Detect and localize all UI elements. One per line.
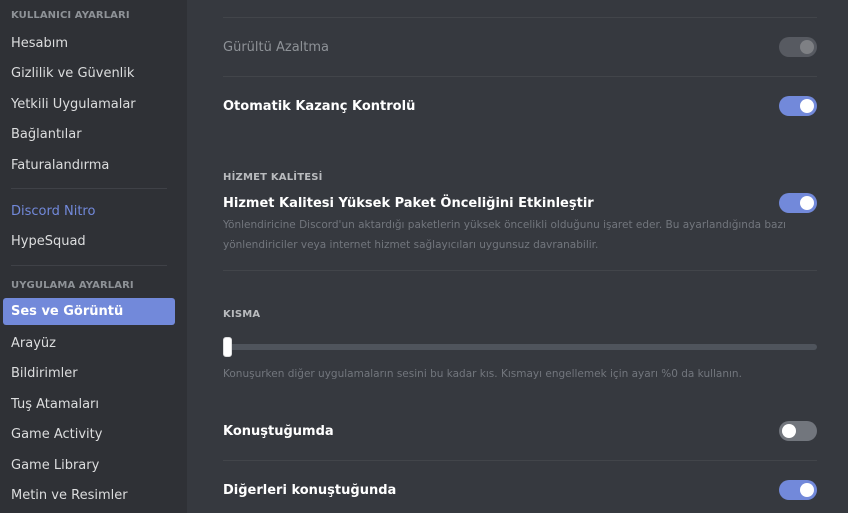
sidebar-separator bbox=[11, 188, 167, 189]
toggle-knob bbox=[800, 40, 814, 54]
settings-sidebar: KULLANICI AYARLARI Hesabım Gizlilik ve G… bbox=[0, 0, 187, 513]
attenuation-slider-handle[interactable] bbox=[223, 337, 232, 357]
when-others-speak-toggle[interactable] bbox=[779, 480, 817, 500]
attenuation-slider-track[interactable] bbox=[223, 344, 817, 350]
voice-video-settings: Gürültü Azaltma Otomatik Kazanç Kontrolü… bbox=[187, 0, 848, 513]
when-others-speak-label: Diğerleri konuştuğunda bbox=[223, 483, 397, 498]
when-i-speak-toggle[interactable] bbox=[779, 421, 817, 441]
divider bbox=[223, 17, 817, 18]
toggle-knob bbox=[782, 424, 796, 438]
sidebar-item-hypesquad[interactable]: HypeSquad bbox=[3, 228, 175, 255]
user-settings-header: KULLANICI AYARLARI bbox=[11, 10, 130, 21]
divider bbox=[223, 76, 817, 77]
toggle-knob bbox=[800, 483, 814, 497]
attenuation-section-header: KISMA bbox=[223, 309, 261, 320]
sidebar-item-appearance[interactable]: Arayüz bbox=[3, 330, 175, 357]
divider bbox=[223, 460, 817, 461]
toggle-knob bbox=[800, 196, 814, 210]
sidebar-item-notifications[interactable]: Bildirimler bbox=[3, 360, 175, 387]
qos-description-line: yönlendiriciler veya internet hizmet sağ… bbox=[223, 239, 599, 251]
attenuation-description: Konuşurken diğer uygulamaların sesini bu… bbox=[223, 368, 742, 380]
noise-reduction-label: Gürültü Azaltma bbox=[223, 40, 329, 55]
qos-description-line: Yönlendiricine Discord'un aktardığı pake… bbox=[223, 219, 786, 231]
sidebar-item-privacy-safety[interactable]: Gizlilik ve Güvenlik bbox=[3, 60, 175, 87]
qos-toggle[interactable] bbox=[779, 193, 817, 213]
sidebar-item-game-activity[interactable]: Game Activity bbox=[3, 421, 175, 448]
sidebar-item-billing[interactable]: Faturalandırma bbox=[3, 152, 175, 179]
sidebar-item-authorized-apps[interactable]: Yetkili Uygulamalar bbox=[3, 91, 175, 118]
qos-section-header: HİZMET KALİTESİ bbox=[223, 172, 323, 183]
sidebar-separator bbox=[11, 265, 167, 266]
sidebar-item-voice-video[interactable]: Ses ve Görüntü bbox=[3, 298, 175, 325]
sidebar-item-discord-nitro[interactable]: Discord Nitro bbox=[3, 198, 175, 225]
qos-description: Yönlendiricine Discord'un aktardığı pake… bbox=[223, 215, 813, 255]
divider bbox=[223, 270, 817, 271]
qos-label: Hizmet Kalitesi Yüksek Paket Önceliğini … bbox=[223, 196, 594, 211]
sidebar-item-connections[interactable]: Bağlantılar bbox=[3, 121, 175, 148]
toggle-knob bbox=[800, 99, 814, 113]
auto-gain-toggle[interactable] bbox=[779, 96, 817, 116]
app-settings-header: UYGULAMA AYARLARI bbox=[11, 280, 134, 291]
when-i-speak-label: Konuştuğumda bbox=[223, 424, 334, 439]
sidebar-item-text-images[interactable]: Metin ve Resimler bbox=[3, 482, 175, 509]
sidebar-item-my-account[interactable]: Hesabım bbox=[3, 30, 175, 57]
noise-reduction-toggle[interactable] bbox=[779, 37, 817, 57]
sidebar-item-game-library[interactable]: Game Library bbox=[3, 452, 175, 479]
sidebar-item-keybinds[interactable]: Tuş Atamaları bbox=[3, 391, 175, 418]
auto-gain-label: Otomatik Kazanç Kontrolü bbox=[223, 99, 416, 114]
